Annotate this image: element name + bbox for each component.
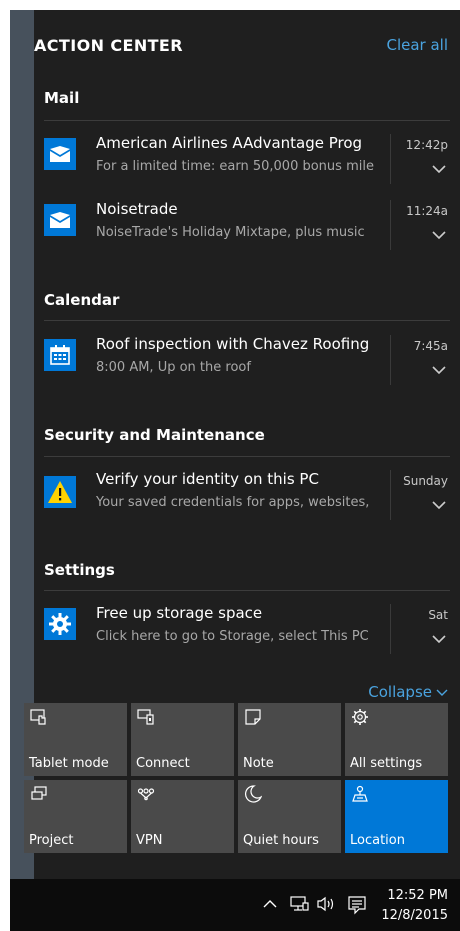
notification-item[interactable]: Noisetrade NoiseTrade's Holiday Mixtape,… bbox=[44, 194, 450, 260]
chevron-down-icon[interactable] bbox=[432, 365, 446, 375]
notification-title: American Airlines AAdvantage Prog bbox=[96, 134, 363, 152]
volume-icon[interactable] bbox=[316, 896, 338, 912]
notification-title: Verify your identity on this PC bbox=[96, 470, 319, 488]
chevron-down-icon[interactable] bbox=[432, 500, 446, 510]
network-icon[interactable] bbox=[290, 896, 310, 912]
divider bbox=[44, 120, 450, 121]
divider bbox=[44, 590, 450, 591]
note-button[interactable]: Note bbox=[238, 703, 341, 776]
quick-actions-grid: Tablet mode Connect Note All settings Pr… bbox=[24, 703, 450, 879]
all-settings-button[interactable]: All settings bbox=[345, 703, 448, 776]
divider bbox=[390, 200, 391, 250]
warning-icon bbox=[44, 476, 76, 508]
notification-item[interactable]: Verify your identity on this PC Your sav… bbox=[44, 464, 450, 530]
notification-body: Click here to go to Storage, select This… bbox=[96, 629, 369, 644]
notification-title: Free up storage space bbox=[96, 604, 263, 622]
notification-time: 12:42p bbox=[405, 138, 448, 152]
tile-label: VPN bbox=[136, 833, 163, 848]
notification-time: Sat bbox=[428, 608, 448, 622]
notification-item[interactable]: Roof inspection with Chavez Roofing 8:00… bbox=[44, 329, 450, 395]
notification-time: Sunday bbox=[403, 474, 448, 488]
notification-title: Roof inspection with Chavez Roofing bbox=[96, 335, 370, 353]
location-icon bbox=[352, 785, 368, 802]
notification-time: 7:45a bbox=[413, 339, 448, 353]
gear-icon bbox=[352, 709, 368, 725]
chevron-down-icon[interactable] bbox=[432, 230, 446, 240]
divider bbox=[390, 470, 391, 520]
mail-icon bbox=[44, 204, 76, 236]
notification-body: Your saved credentials for apps, website… bbox=[96, 495, 370, 510]
notification-body: 8:00 AM, Up on the roof bbox=[96, 360, 251, 375]
taskbar-clock[interactable]: 12:52 PM 12/8/2015 bbox=[381, 886, 448, 926]
page-title: ACTION CENTER bbox=[34, 36, 183, 55]
group-title-calendar: Calendar bbox=[44, 291, 120, 309]
chevron-up-icon[interactable] bbox=[263, 899, 277, 909]
notification-item[interactable]: American Airlines AAdvantage Prog For a … bbox=[44, 128, 450, 194]
connect-icon bbox=[137, 709, 154, 725]
notification-title: Noisetrade bbox=[96, 200, 178, 218]
calendar-icon bbox=[44, 339, 76, 371]
divider bbox=[44, 320, 450, 321]
notification-body: For a limited time: earn 50,000 bonus mi… bbox=[96, 159, 374, 174]
tile-label: Connect bbox=[136, 756, 190, 771]
notification-body: NoiseTrade's Holiday Mixtape, plus music bbox=[96, 225, 365, 240]
action-center-icon[interactable] bbox=[347, 895, 367, 915]
chevron-down-icon[interactable] bbox=[432, 164, 446, 174]
connect-button[interactable]: Connect bbox=[131, 703, 234, 776]
tablet-mode-icon bbox=[30, 709, 46, 725]
notification-time: 11:24a bbox=[406, 204, 448, 218]
group-title-mail: Mail bbox=[44, 89, 80, 107]
clock-date: 12/8/2015 bbox=[381, 908, 448, 923]
group-title-security: Security and Maintenance bbox=[44, 426, 265, 444]
location-button[interactable]: Location bbox=[345, 780, 448, 853]
group-title-settings: Settings bbox=[44, 561, 115, 579]
project-icon bbox=[31, 786, 47, 800]
taskbar: 12:52 PM 12/8/2015 bbox=[10, 879, 460, 931]
tile-label: Quiet hours bbox=[243, 833, 319, 848]
tile-label: Location bbox=[350, 833, 405, 848]
chevron-down-icon bbox=[436, 689, 448, 696]
divider bbox=[390, 335, 391, 385]
clear-all-link[interactable]: Clear all bbox=[386, 36, 448, 54]
tile-label: Project bbox=[29, 833, 74, 848]
notification-item[interactable]: Free up storage space Click here to go t… bbox=[44, 598, 450, 664]
vpn-icon bbox=[137, 788, 155, 801]
mail-icon bbox=[44, 138, 76, 170]
gear-icon bbox=[44, 608, 76, 640]
divider bbox=[390, 134, 391, 184]
clock-time: 12:52 PM bbox=[387, 888, 448, 903]
tile-label: Note bbox=[243, 756, 274, 771]
tile-label: All settings bbox=[350, 756, 423, 771]
divider bbox=[44, 456, 450, 457]
collapse-label: Collapse bbox=[368, 683, 432, 701]
tablet-mode-button[interactable]: Tablet mode bbox=[24, 703, 127, 776]
quiet-hours-button[interactable]: Quiet hours bbox=[238, 780, 341, 853]
chevron-down-icon[interactable] bbox=[432, 634, 446, 644]
note-icon bbox=[245, 709, 261, 725]
collapse-button[interactable]: Collapse bbox=[368, 683, 448, 701]
action-center-header: ACTION CENTER Clear all bbox=[34, 36, 448, 60]
project-button[interactable]: Project bbox=[24, 780, 127, 853]
moon-icon bbox=[245, 785, 262, 803]
vpn-button[interactable]: VPN bbox=[131, 780, 234, 853]
tile-label: Tablet mode bbox=[29, 756, 109, 771]
divider bbox=[390, 604, 391, 654]
